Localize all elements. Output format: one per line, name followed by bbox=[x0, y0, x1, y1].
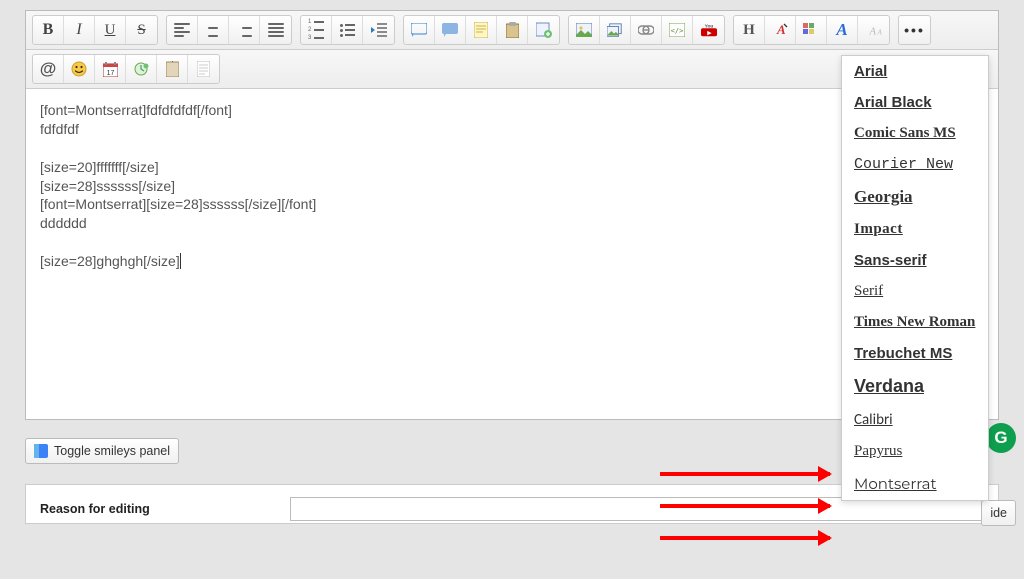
group-text-style: B I U S bbox=[32, 15, 158, 45]
font-option-impact[interactable]: Impact bbox=[842, 214, 988, 245]
font-option-georgia[interactable]: Georgia bbox=[842, 180, 988, 214]
heading-button[interactable]: H bbox=[734, 16, 765, 44]
font-family-button[interactable]: A bbox=[827, 16, 858, 44]
mention-button[interactable]: @ bbox=[33, 55, 64, 83]
svg-text:You: You bbox=[704, 23, 713, 29]
hide-button[interactable]: ide bbox=[981, 500, 1016, 526]
font-dropdown[interactable]: Arial Arial Black Comic Sans MS Courier … bbox=[841, 55, 989, 501]
svg-text:A: A bbox=[868, 26, 876, 37]
group-insert bbox=[403, 15, 560, 45]
time-button[interactable] bbox=[126, 55, 157, 83]
image-stack-button[interactable] bbox=[600, 16, 631, 44]
floating-badge-g[interactable]: G bbox=[986, 423, 1016, 453]
annotation-arrow-1 bbox=[660, 472, 830, 476]
italic-button[interactable]: I bbox=[64, 16, 95, 44]
annotation-arrow-3 bbox=[660, 536, 830, 540]
svg-text:A: A bbox=[876, 28, 881, 36]
attachment-button[interactable] bbox=[157, 55, 188, 83]
font-option-arial-black[interactable]: Arial Black bbox=[842, 87, 988, 118]
unordered-list-button[interactable] bbox=[332, 16, 363, 44]
emoji-button[interactable] bbox=[64, 55, 95, 83]
align-right-button[interactable] bbox=[229, 16, 260, 44]
clipboard-button[interactable] bbox=[497, 16, 528, 44]
group-more: ••• bbox=[898, 15, 931, 45]
smileys-icon bbox=[34, 444, 48, 458]
spoiler-button[interactable] bbox=[435, 16, 466, 44]
font-option-times-new-roman[interactable]: Times New Roman bbox=[842, 307, 988, 338]
font-option-courier-new[interactable]: Courier New bbox=[842, 149, 988, 180]
highlight-button[interactable] bbox=[796, 16, 827, 44]
font-option-arial[interactable]: Arial bbox=[842, 56, 988, 87]
more-button[interactable]: ••• bbox=[899, 16, 930, 44]
group-format: H A A AA bbox=[733, 15, 890, 45]
align-center-button[interactable] bbox=[198, 16, 229, 44]
add-item-button[interactable] bbox=[528, 16, 559, 44]
note-button[interactable] bbox=[466, 16, 497, 44]
group-align bbox=[166, 15, 292, 45]
strike-button[interactable]: S bbox=[126, 16, 157, 44]
link-button[interactable] bbox=[631, 16, 662, 44]
image-button[interactable] bbox=[569, 16, 600, 44]
page-button[interactable] bbox=[188, 55, 219, 83]
svg-text:17: 17 bbox=[106, 70, 114, 77]
font-option-montserrat[interactable]: Montserrat bbox=[842, 467, 988, 500]
calendar-button[interactable]: 17 bbox=[95, 55, 126, 83]
font-option-serif[interactable]: Serif bbox=[842, 276, 988, 307]
align-left-button[interactable] bbox=[167, 16, 198, 44]
group-insert2: @ 17 bbox=[32, 54, 220, 84]
bold-button[interactable]: B bbox=[33, 16, 64, 44]
font-option-trebuchet-ms[interactable]: Trebuchet MS bbox=[842, 338, 988, 369]
toggle-smileys-button[interactable]: Toggle smileys panel bbox=[25, 438, 179, 464]
text-caret bbox=[180, 253, 181, 269]
page-root: B I U S 123 bbox=[0, 0, 1024, 579]
font-option-sans-serif[interactable]: Sans-serif bbox=[842, 245, 988, 276]
svg-text:</>: </> bbox=[671, 27, 684, 35]
group-list: 123 bbox=[300, 15, 395, 45]
ordered-list-button[interactable]: 123 bbox=[301, 16, 332, 44]
annotation-arrow-2 bbox=[660, 504, 830, 508]
group-media: </> You bbox=[568, 15, 725, 45]
outdent-button[interactable] bbox=[363, 16, 394, 44]
align-justify-button[interactable] bbox=[260, 16, 291, 44]
code-button[interactable]: </> bbox=[662, 16, 693, 44]
font-option-calibri[interactable]: Calibri bbox=[842, 404, 988, 436]
font-size-button[interactable]: AA bbox=[858, 16, 889, 44]
youtube-button[interactable]: You bbox=[693, 16, 724, 44]
font-color-button[interactable]: A bbox=[765, 16, 796, 44]
font-option-comic-sans[interactable]: Comic Sans MS bbox=[842, 118, 988, 149]
quote-button[interactable] bbox=[404, 16, 435, 44]
font-option-papyrus[interactable]: Papyrus bbox=[842, 436, 988, 467]
toolbar-row-1: B I U S 123 bbox=[26, 11, 998, 50]
underline-button[interactable]: U bbox=[95, 16, 126, 44]
font-option-verdana[interactable]: Verdana bbox=[842, 369, 988, 404]
reason-label: Reason for editing bbox=[40, 502, 280, 516]
